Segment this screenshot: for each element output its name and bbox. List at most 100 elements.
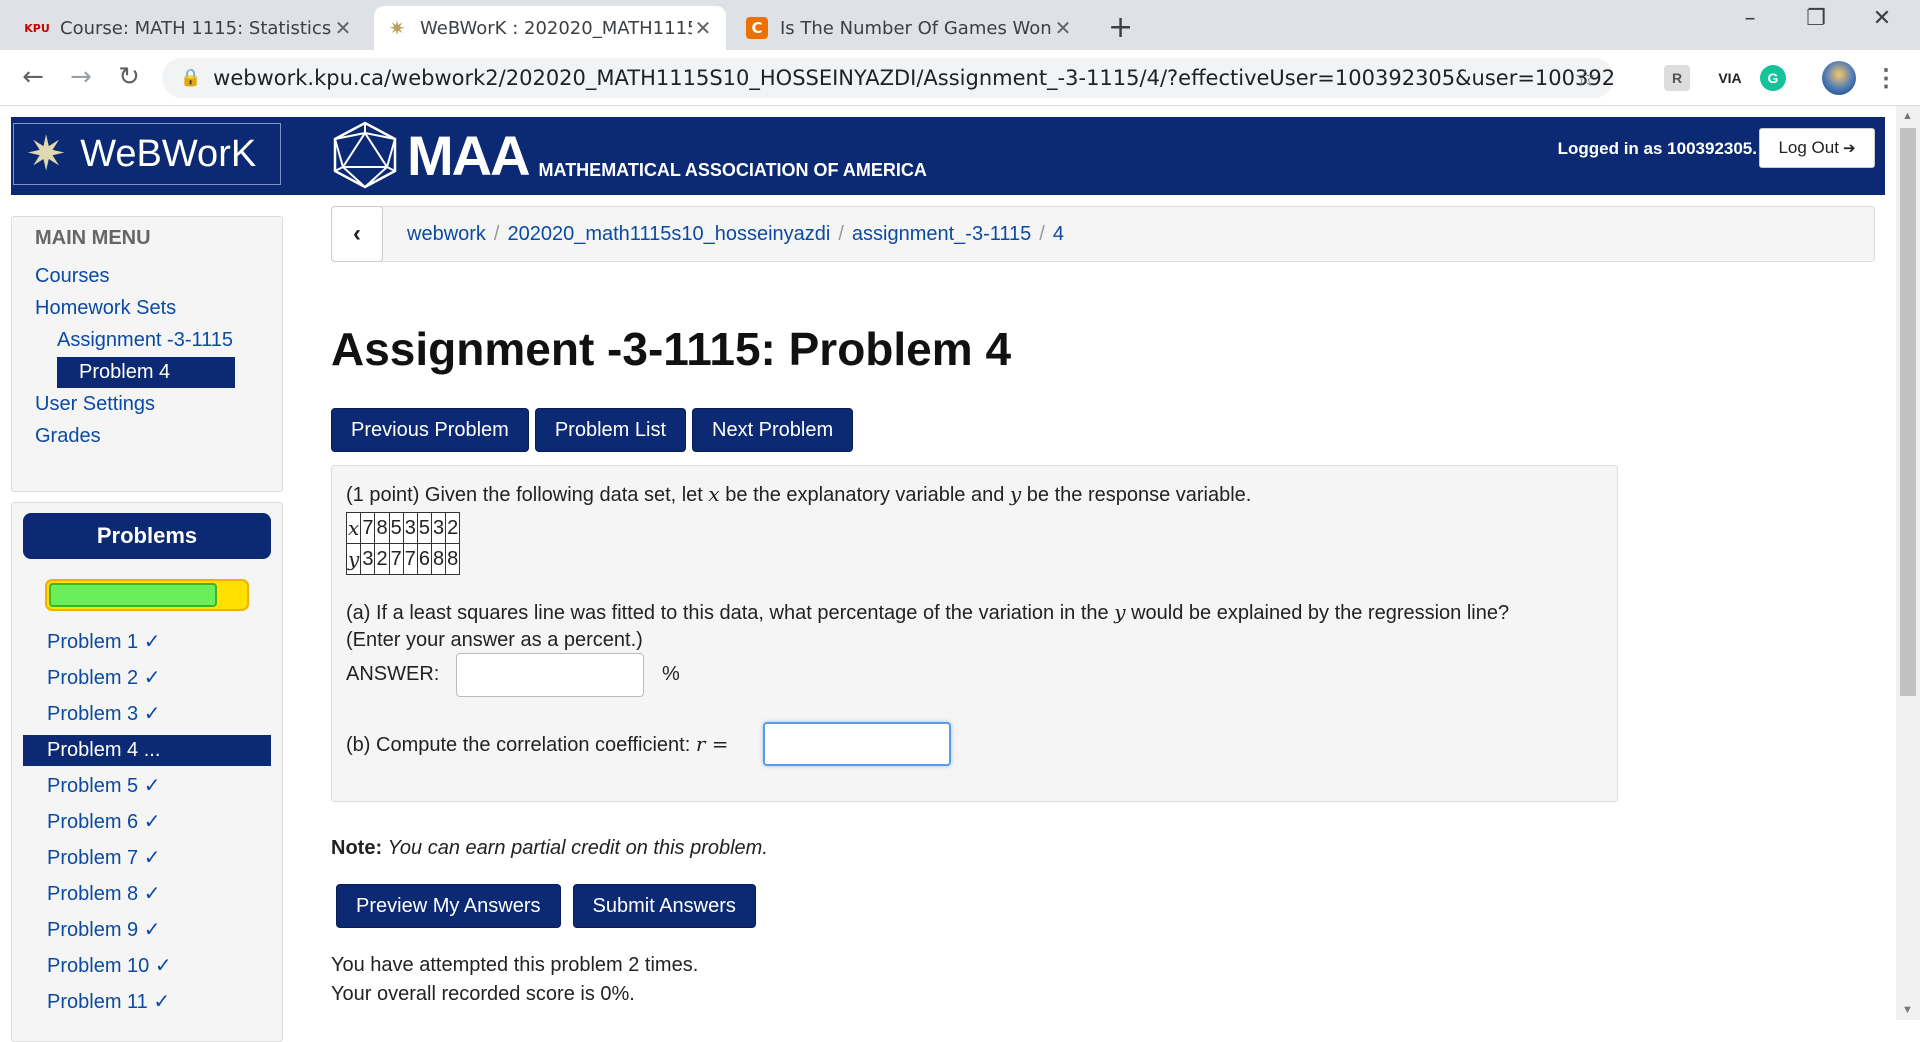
breadcrumb-back-button[interactable]: ‹ <box>331 206 383 262</box>
maa-short-text: MAA <box>407 123 531 187</box>
problems-header-button[interactable]: Problems <box>23 513 271 559</box>
close-tab-icon[interactable]: ✕ <box>692 16 714 40</box>
progress-bar-fill <box>49 583 217 607</box>
main-menu-title: MAIN MENU <box>35 227 151 249</box>
menu-item-courses[interactable]: Courses <box>35 265 109 288</box>
scrollbar-thumb[interactable] <box>1900 128 1916 696</box>
breadcrumb-course[interactable]: 202020_math1115s10_hosseinyazdi <box>507 223 830 245</box>
breadcrumb-webwork[interactable]: webwork <box>407 223 486 245</box>
extension-via-icon[interactable]: VIA <box>1710 65 1750 91</box>
url-text: webwork.kpu.ca/webwork2/202020_MATH1115S… <box>213 66 1614 90</box>
url-field[interactable]: 🔒 webwork.kpu.ca/webwork2/202020_MATH111… <box>162 58 1614 98</box>
note-text: You can earn partial credit on this prob… <box>387 837 768 859</box>
menu-item-homework-sets[interactable]: Homework Sets <box>35 297 176 320</box>
attempts-status: You have attempted this problem 2 times. <box>331 954 699 976</box>
problems-panel: Problems Problem 1 ✓ Problem 2 ✓ Problem… <box>11 502 283 1042</box>
equals-sign: = <box>705 732 729 756</box>
problem-box: (1 point) Given the following data set, … <box>331 465 1618 802</box>
tab-title: WeBWorK : 202020_MATH1115S <box>420 17 692 39</box>
next-problem-button[interactable]: Next Problem <box>692 408 854 452</box>
data-cell: 3 <box>402 512 418 544</box>
part-a-text: would be explained by the regression lin… <box>1125 602 1510 624</box>
data-cell: 8 <box>430 543 447 575</box>
close-tab-icon[interactable]: ✕ <box>1052 16 1074 40</box>
part-b-text: (b) Compute the correlation coefficient: <box>346 734 696 756</box>
scroll-up-icon[interactable]: ▲ <box>1902 110 1913 122</box>
intro-text: be the explanatory variable and <box>719 484 1010 506</box>
bookmark-star-icon[interactable]: ☆ <box>1574 64 1596 92</box>
minimize-icon[interactable]: – <box>1730 6 1770 31</box>
data-cell: 7 <box>388 543 404 575</box>
chevron-left-icon: ‹ <box>353 220 361 247</box>
data-cell: 2 <box>374 543 390 575</box>
problem-link-4[interactable]: Problem 4 ... <box>23 735 271 766</box>
problem-link-6[interactable]: Problem 6 ✓ <box>23 807 271 838</box>
menu-item-assignment[interactable]: Assignment -3-1115 <box>57 329 233 352</box>
main-menu: MAIN MENU Courses Homework Sets Assignme… <box>11 216 283 492</box>
score-status: Your overall recorded score is 0%. <box>331 983 635 1005</box>
data-table: x 7 8 5 3 5 3 2 y 3 2 7 7 6 8 8 <box>345 512 461 575</box>
problem-link-2[interactable]: Problem 2 ✓ <box>23 663 271 694</box>
data-cell: 8 <box>445 543 461 575</box>
part-b-question: (b) Compute the correlation coefficient:… <box>346 732 729 757</box>
submit-answers-button[interactable]: Submit Answers <box>572 884 756 928</box>
problem-link-10[interactable]: Problem 10 ✓ <box>23 951 271 982</box>
browser-tab-webwork[interactable]: ✷ WeBWorK : 202020_MATH1115S ✕ <box>374 6 726 50</box>
problem-nav-buttons: Previous Problem Problem List Next Probl… <box>331 408 854 452</box>
data-cell: 6 <box>416 543 432 575</box>
math-var-y: y <box>1009 482 1022 506</box>
part-a-instruction: (Enter your answer as a percent.) <box>346 629 643 651</box>
previous-problem-button[interactable]: Previous Problem <box>331 408 529 452</box>
close-tab-icon[interactable]: ✕ <box>332 16 354 40</box>
back-arrow-icon[interactable]: ← <box>16 62 50 92</box>
maa-logo[interactable]: MAA MATHEMATICAL ASSOCIATION OF AMERICA <box>329 119 927 191</box>
forward-arrow-icon[interactable]: → <box>64 62 98 92</box>
problem-link-7[interactable]: Problem 7 ✓ <box>23 843 271 874</box>
problem-link-3[interactable]: Problem 3 ✓ <box>23 699 271 730</box>
menu-item-problem-4[interactable]: Problem 4 <box>57 357 235 388</box>
profile-avatar[interactable] <box>1822 61 1856 95</box>
preview-answers-button[interactable]: Preview My Answers <box>336 884 561 928</box>
data-cell: 5 <box>416 512 432 544</box>
browser-tab-course[interactable]: KPU Course: MATH 1115: Statistics I (S ✕ <box>14 6 366 50</box>
scroll-down-icon[interactable]: ▼ <box>1902 1004 1913 1016</box>
answer-a-input[interactable] <box>456 653 644 697</box>
webwork-logo[interactable]: ✷ WeBWorK <box>13 123 281 185</box>
data-cell: 7 <box>402 543 418 575</box>
logged-in-text: Logged in as 100392305. <box>1557 139 1757 158</box>
breadcrumb-problem[interactable]: 4 <box>1053 223 1064 245</box>
webwork-star-favicon-icon: ✷ <box>388 16 406 40</box>
restore-icon[interactable]: ❐ <box>1796 6 1836 31</box>
kpu-favicon-icon: KPU <box>24 21 50 35</box>
problem-link-11[interactable]: Problem 11 ✓ <box>23 987 271 1018</box>
grammarly-icon[interactable]: G <box>1760 65 1786 91</box>
menu-item-user-settings[interactable]: User Settings <box>35 393 155 416</box>
page-title: Assignment -3-1115: Problem 4 <box>331 323 1012 375</box>
tab-title: Is The Number Of Games Won By <box>780 17 1052 39</box>
progress-bar <box>45 579 249 611</box>
problem-link-5[interactable]: Problem 5 ✓ <box>23 771 271 802</box>
window-close-icon[interactable]: ✕ <box>1862 6 1902 31</box>
problem-link-9[interactable]: Problem 9 ✓ <box>23 915 271 946</box>
data-cell: 8 <box>374 512 390 544</box>
reload-icon[interactable]: ↻ <box>112 62 146 92</box>
problem-link-1[interactable]: Problem 1 ✓ <box>23 627 271 658</box>
new-tab-icon[interactable]: + <box>1108 10 1133 45</box>
data-row-y: y 3 2 7 7 6 8 8 <box>345 543 461 575</box>
maa-full-text: MATHEMATICAL ASSOCIATION OF AMERICA <box>538 159 927 180</box>
logout-button[interactable]: Log Out ➔ <box>1759 128 1875 168</box>
menu-item-grades[interactable]: Grades <box>35 425 101 448</box>
browser-tab-chegg[interactable]: C Is The Number Of Games Won By ✕ <box>734 6 1086 50</box>
site-header: ✷ WeBWorK MAA MATHEMATICAL ASSOCIATION O… <box>11 117 1885 195</box>
browser-menu-icon[interactable]: ⋮ <box>1874 65 1898 92</box>
problem-intro: (1 point) Given the following data set, … <box>346 482 1251 507</box>
answer-b-input[interactable] <box>763 722 951 766</box>
row-header-y: y <box>345 543 362 575</box>
breadcrumb-assignment[interactable]: assignment_-3-1115 <box>852 223 1031 245</box>
submit-buttons: Preview My Answers Submit Answers <box>336 884 756 928</box>
problem-link-8[interactable]: Problem 8 ✓ <box>23 879 271 910</box>
page-scrollbar[interactable]: ▲ ▼ <box>1896 106 1920 1020</box>
maa-icosahedron-icon <box>333 121 397 189</box>
extension-r-icon[interactable]: R <box>1664 65 1690 91</box>
problem-list-button[interactable]: Problem List <box>534 408 686 452</box>
